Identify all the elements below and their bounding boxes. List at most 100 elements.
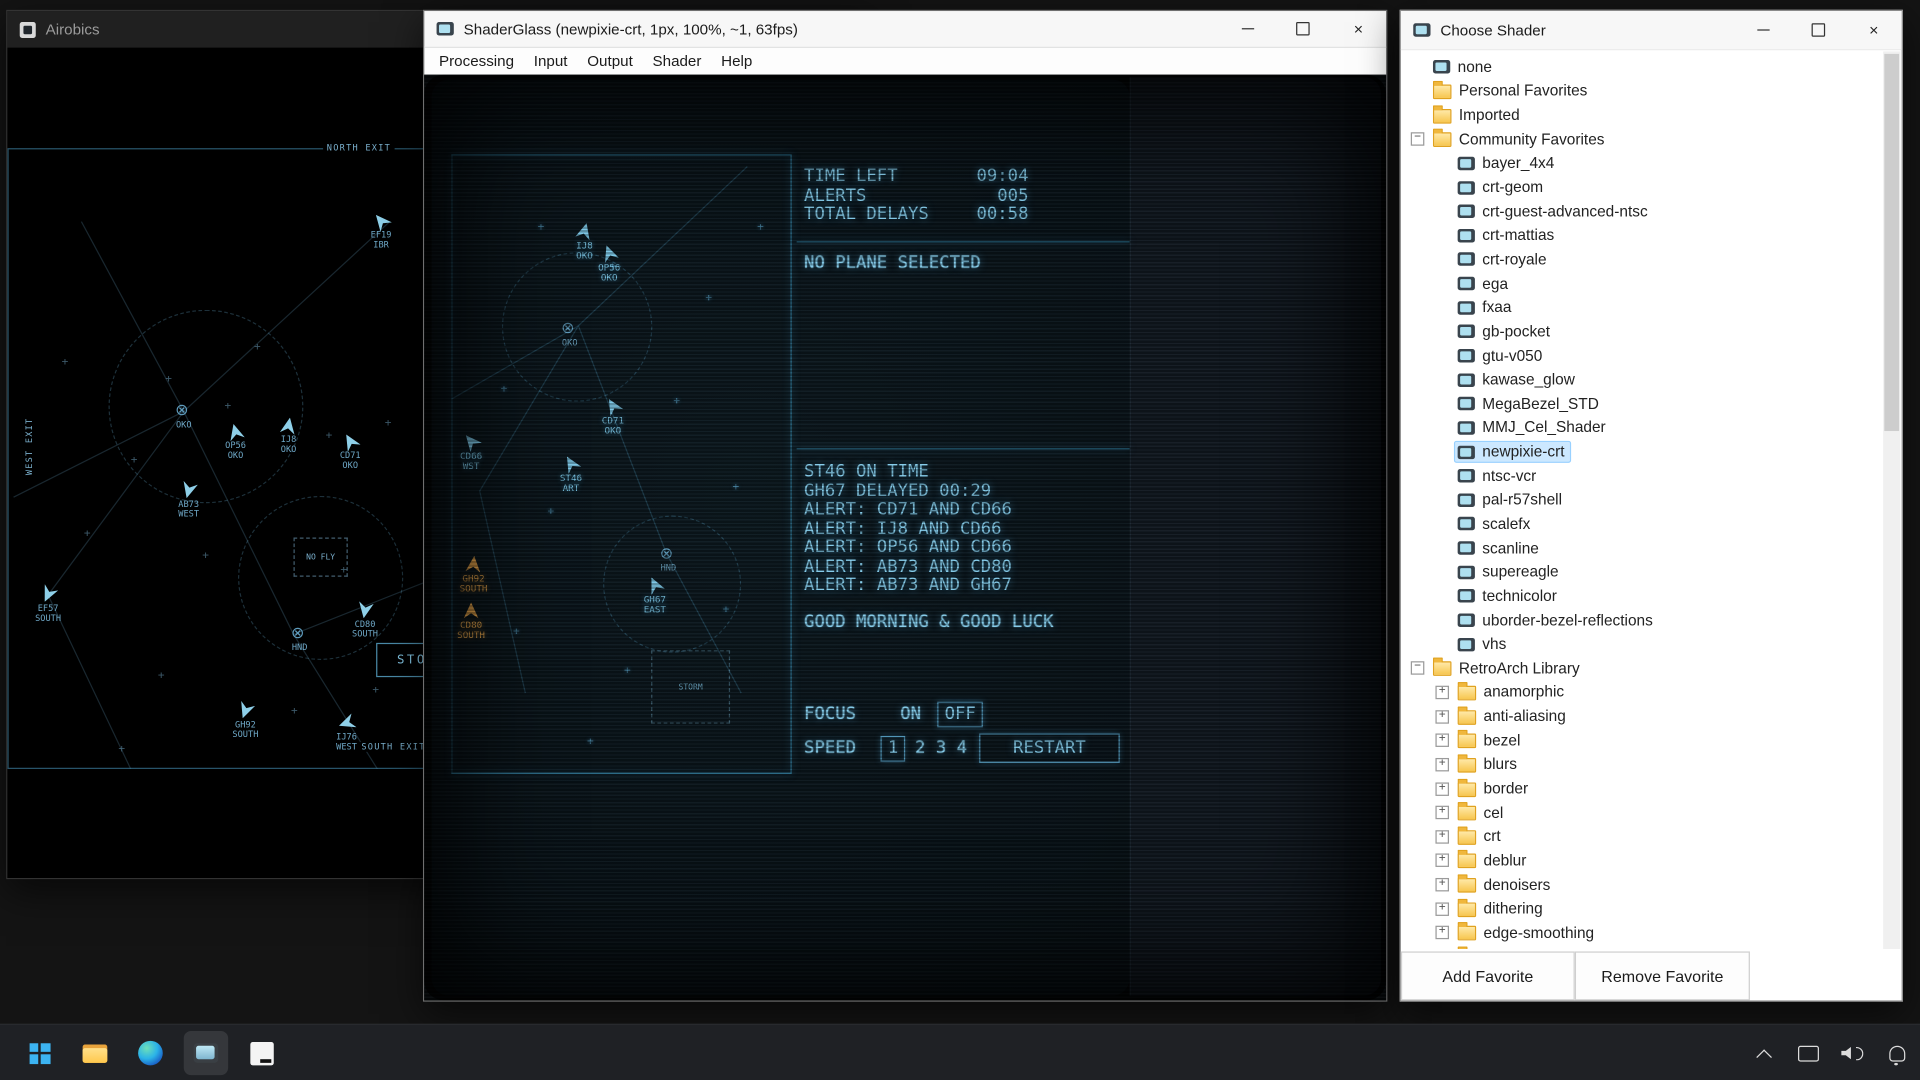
tree-item-scanline[interactable]: scanline (1403, 536, 1881, 560)
shaderglass-taskbar-button[interactable] (184, 1031, 228, 1075)
plus-expander-icon[interactable]: + (1435, 686, 1449, 699)
close-button[interactable]: × (1846, 11, 1901, 49)
tree-item-kawase_glow[interactable]: kawase_glow (1403, 368, 1881, 392)
hidden-icons-chevron-icon[interactable] (1750, 1036, 1777, 1070)
plus-expander-icon[interactable]: + (1435, 758, 1449, 771)
maximize-button[interactable] (1275, 11, 1330, 47)
tree-item-deblur[interactable]: +deblur (1403, 849, 1881, 873)
menu-help[interactable]: Help (711, 48, 762, 75)
close-button[interactable]: × (1331, 11, 1386, 47)
tree-item-row: none (1431, 57, 1497, 77)
minimize-button[interactable] (1220, 11, 1275, 47)
plus-expander-icon[interactable]: + (1435, 902, 1449, 915)
minus-expander-icon[interactable]: − (1411, 133, 1425, 146)
scrollbar-thumb[interactable] (1884, 54, 1899, 431)
plus-expander-icon[interactable]: + (1435, 710, 1449, 723)
menu-output[interactable]: Output (577, 48, 642, 75)
tree-item-denoisers[interactable]: +denoisers (1403, 873, 1881, 897)
minus-expander-icon[interactable]: − (1411, 662, 1425, 675)
tree-item-crt-geom[interactable]: crt-geom (1403, 175, 1881, 199)
tree-item-scalefx[interactable]: scalefx (1403, 512, 1881, 536)
shader-icon (1458, 181, 1475, 194)
raylib-game-taskbar-button[interactable] (239, 1031, 283, 1075)
tree-item-anti-aliasing[interactable]: +anti-aliasing (1403, 704, 1881, 728)
restart-button[interactable]: RESTART (979, 733, 1120, 762)
tree-item-ega[interactable]: ega (1403, 272, 1881, 296)
file-explorer-button[interactable] (73, 1031, 117, 1075)
notifications-bell-icon[interactable] (1883, 1036, 1910, 1070)
tree-item-technicolor[interactable]: technicolor (1403, 584, 1881, 608)
tree-item-label: crt-guest-advanced-ntsc (1482, 203, 1647, 220)
tree-item-mmj_cel_shader[interactable]: MMJ_Cel_Shader (1403, 416, 1881, 440)
tree-item-personal-favorites[interactable]: Personal Favorites (1403, 79, 1881, 103)
focus-off-option[interactable]: OFF (937, 702, 983, 728)
tree-item-none[interactable]: none (1403, 55, 1881, 79)
tree-item-row: RetroArch Library (1431, 659, 1585, 679)
tree-item-row: bezel (1455, 731, 1525, 751)
tree-item-newpixie-crt[interactable]: newpixie-crt (1403, 440, 1881, 464)
plus-expander-icon[interactable]: + (1435, 806, 1449, 819)
crt-game-view[interactable]: TIME LEFT09:04ALERTS005TOTAL DELAYS00:58… (424, 75, 1386, 1001)
start-button[interactable] (17, 1031, 61, 1075)
scrollbar[interactable] (1883, 51, 1900, 949)
tree-item-cel[interactable]: +cel (1403, 801, 1881, 825)
plus-expander-icon[interactable]: + (1435, 782, 1449, 795)
plus-expander-icon[interactable]: + (1435, 734, 1449, 747)
maximize-button[interactable] (1791, 11, 1846, 49)
tree-item-row: crt-geom (1455, 178, 1548, 198)
speed-1-selected[interactable]: 1 (881, 736, 906, 762)
folder-icon (1433, 84, 1451, 99)
edge-button[interactable] (128, 1031, 172, 1075)
add-favorite-button[interactable]: Add Favorite (1401, 951, 1575, 1000)
tree-item-megabezel_std[interactable]: MegaBezel_STD (1403, 392, 1881, 416)
menu-shader[interactable]: Shader (643, 48, 712, 75)
display-tray-icon[interactable] (1794, 1036, 1821, 1070)
plus-expander-icon[interactable]: + (1435, 926, 1449, 939)
tree-item-gb-pocket[interactable]: gb-pocket (1403, 320, 1881, 344)
minimize-button[interactable] (1735, 11, 1790, 49)
tree-item-anamorphic[interactable]: +anamorphic (1403, 680, 1881, 704)
tree-item-blurs[interactable]: +blurs (1403, 753, 1881, 777)
tree-item-crt-mattias[interactable]: crt-mattias (1403, 223, 1881, 247)
choose-shader-titlebar[interactable]: Choose Shader × (1401, 11, 1902, 50)
tree-item-row: crt (1455, 827, 1505, 847)
map-cross-mark: + (340, 564, 347, 576)
speed-options[interactable]: 2 3 4 (915, 740, 967, 759)
tree-item-vhs[interactable]: vhs (1403, 632, 1881, 656)
tree-item-label: kawase_glow (1482, 371, 1575, 388)
tree-item-fxaa[interactable]: fxaa (1403, 296, 1881, 320)
plus-expander-icon[interactable]: + (1435, 854, 1449, 867)
tree-item-crt[interactable]: + crt (1403, 825, 1881, 849)
tree-item-edge-smoothing[interactable]: +edge-smoothing (1403, 921, 1881, 945)
tree-item-bezel[interactable]: + bezel (1403, 729, 1881, 753)
tree-item-supereagle[interactable]: supereagle (1403, 560, 1881, 584)
volume-icon[interactable] (1839, 1036, 1866, 1070)
menu-processing[interactable]: Processing (429, 48, 524, 75)
tree-item-crt-royale[interactable]: crt-royale (1403, 248, 1881, 272)
shader-icon (1458, 614, 1475, 627)
menu-input[interactable]: Input (524, 48, 577, 75)
tree-item-gtu-v050[interactable]: gtu-v050 (1403, 344, 1881, 368)
tree-item-label: ntsc-vcr (1482, 467, 1536, 484)
remove-favorite-button[interactable]: Remove Favorite (1575, 951, 1750, 1000)
plus-expander-icon[interactable]: + (1435, 878, 1449, 891)
tree-item-crt-guest-advanced-ntsc[interactable]: crt-guest-advanced-ntsc (1403, 199, 1881, 223)
shaderglass-titlebar[interactable]: ShaderGlass (newpixie-crt, 1px, 100%, ~1… (424, 11, 1386, 48)
tree-item-retroarch-library[interactable]: −RetroArch Library (1403, 656, 1881, 680)
tree-item-imported[interactable]: Imported (1403, 103, 1881, 127)
focus-on-option[interactable]: ON (900, 705, 921, 724)
speed-label: SPEED (804, 740, 856, 759)
tree-item-border[interactable]: +border (1403, 777, 1881, 801)
shader-icon (1458, 589, 1475, 602)
tree-item-pal-r57shell[interactable]: pal-r57shell (1403, 488, 1881, 512)
tree-item-community-favorites[interactable]: −Community Favorites (1403, 127, 1881, 151)
selection-status: NO PLANE SELECTED (804, 255, 981, 274)
plus-expander-icon[interactable]: + (1435, 830, 1449, 843)
tree-item-bayer_4x4[interactable]: bayer_4x4 (1403, 151, 1881, 175)
tree-item-row: MMJ_Cel_Shader (1455, 418, 1610, 438)
tree-item-ntsc-vcr[interactable]: ntsc-vcr (1403, 464, 1881, 488)
tree-item-film[interactable]: +film (1403, 945, 1881, 949)
tree-item-label: dithering (1484, 900, 1543, 917)
tree-item-uborder-bezel-reflections[interactable]: uborder-bezel-reflections (1403, 608, 1881, 632)
tree-item-dithering[interactable]: + dithering (1403, 897, 1881, 921)
